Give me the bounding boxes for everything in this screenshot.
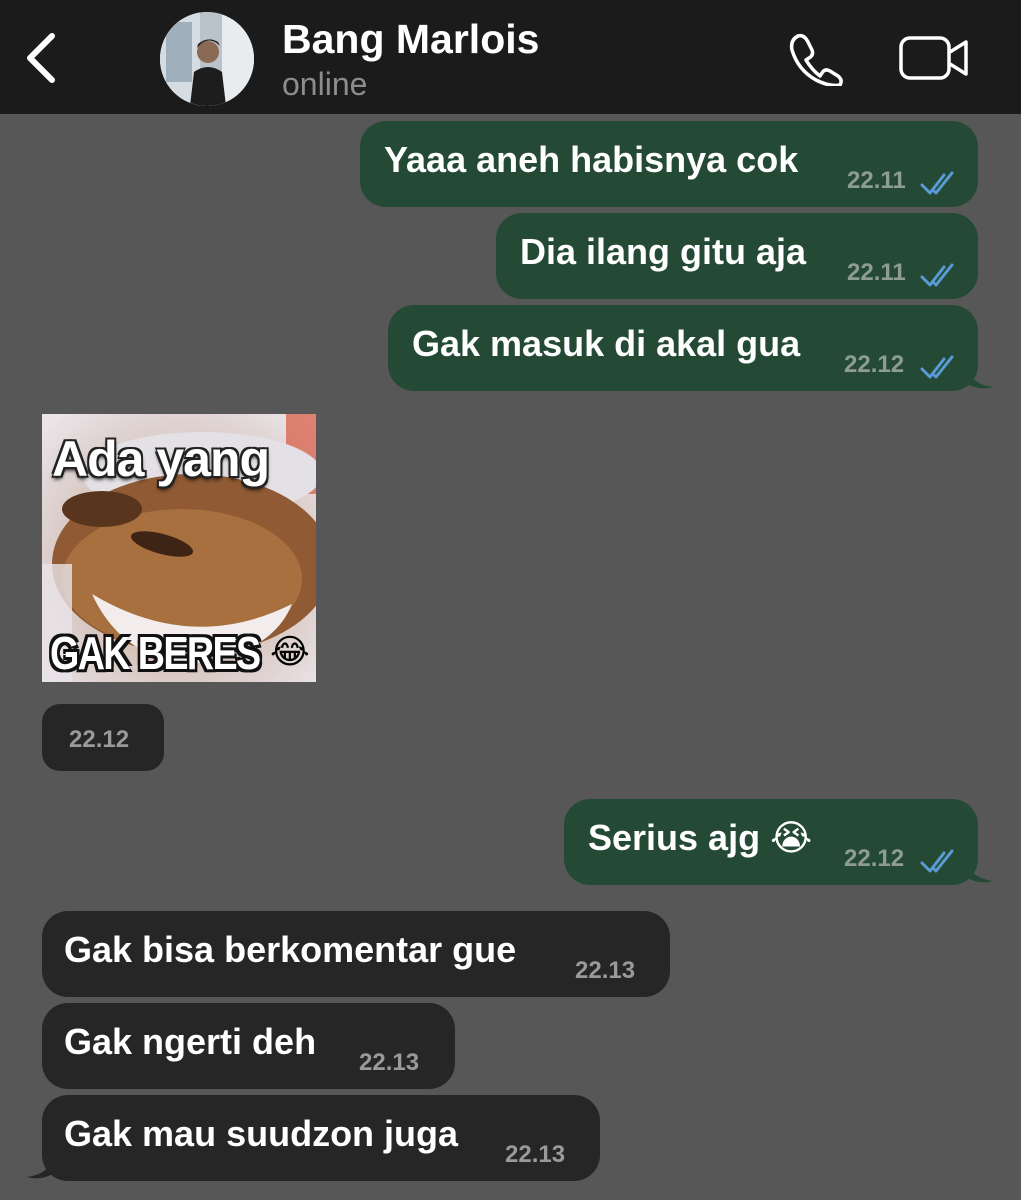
outgoing-message[interactable]: Serius ajg 😭 22.12 [564, 799, 978, 885]
read-receipt-icon [920, 263, 954, 287]
message-text: Gak mau suudzon juga [64, 1113, 459, 1154]
bubble-tail [966, 367, 994, 389]
outgoing-message[interactable]: Dia ilang gitu aja 22.11 [496, 213, 978, 299]
video-camera-icon[interactable] [898, 34, 970, 82]
message-text: Gak masuk di akal gua [412, 323, 801, 364]
sticker-time-chip: 22.12 [42, 704, 164, 771]
incoming-message[interactable]: Gak ngerti deh 22.13 [42, 1003, 455, 1089]
message-time: 22.12 [844, 351, 905, 378]
outgoing-message[interactable]: Gak masuk di akal gua 22.12 [388, 305, 978, 391]
contact-status: online [282, 66, 368, 102]
outgoing-message[interactable]: Yaaa aneh habisnya cok 22.11 [360, 121, 978, 207]
sticker-emoji: 😂 [270, 633, 310, 671]
read-receipt-icon [920, 171, 954, 195]
message-time: 22.13 [505, 1141, 566, 1168]
message-time: 22.12 [69, 726, 130, 753]
avatar[interactable] [160, 12, 254, 106]
message-text: Gak ngerti deh [64, 1021, 317, 1062]
message-text: Yaaa aneh habisnya cok [384, 139, 799, 180]
message-text: Serius ajg 😭 [588, 817, 813, 858]
bubble-tail [26, 1157, 54, 1179]
read-receipt-icon [920, 355, 954, 379]
phone-icon[interactable] [786, 30, 844, 86]
message-time: 22.11 [847, 259, 906, 286]
sticker-image[interactable]: Ada yang GAK BERES 😂 [42, 414, 316, 682]
message-time: 22.12 [844, 845, 905, 872]
message-text: Gak bisa berkomentar gue [64, 929, 517, 970]
chevron-left-icon[interactable] [22, 32, 62, 84]
sticker-caption-bottom: GAK BERES [50, 627, 261, 679]
chat-header: Bang Marlois online [0, 0, 1021, 114]
read-receipt-icon [920, 849, 954, 873]
contact-name[interactable]: Bang Marlois [282, 16, 539, 63]
message-time: 22.13 [359, 1049, 420, 1076]
bubble-tail [966, 861, 994, 883]
sticker-caption-top: Ada yang [52, 431, 270, 487]
message-time: 22.11 [847, 167, 906, 194]
message-time: 22.13 [575, 957, 636, 984]
message-text: Dia ilang gitu aja [520, 231, 807, 272]
incoming-message[interactable]: Gak mau suudzon juga 22.13 [42, 1095, 600, 1181]
incoming-message[interactable]: Gak bisa berkomentar gue 22.13 [42, 911, 670, 997]
